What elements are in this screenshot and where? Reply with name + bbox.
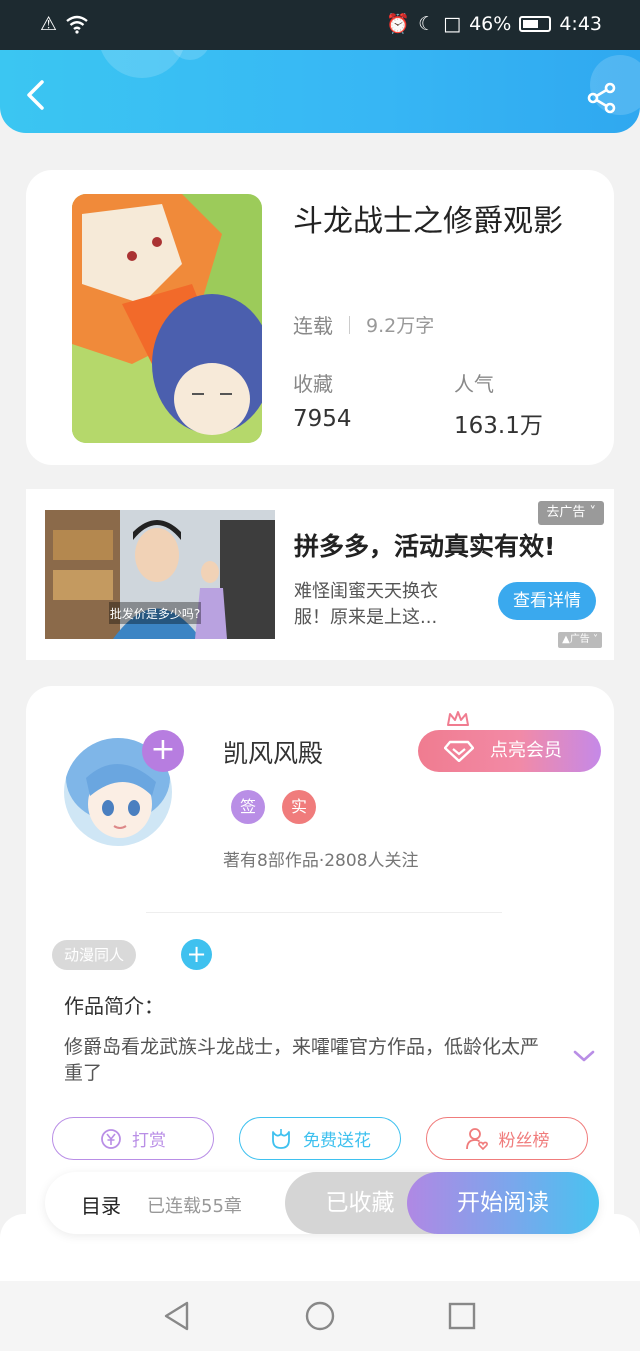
- alert-icon: ⚠: [40, 13, 58, 35]
- expand-chevron-icon[interactable]: [572, 1048, 596, 1064]
- ad-mark-label: 广告: [569, 634, 590, 645]
- book-cover-image[interactable]: [72, 194, 262, 443]
- tip-button[interactable]: 打赏: [52, 1117, 214, 1160]
- back-triangle-icon[interactable]: [160, 1299, 194, 1333]
- ad-banner[interactable]: 批发价是多少吗? 去广告 ˅ 拼多多，活动真实有效! 难怪闺蜜天天换衣服！原来是…: [26, 489, 614, 660]
- intro-heading: 作品简介：: [64, 994, 164, 1018]
- author-meta: 著有8部作品·2808人关注: [223, 851, 419, 871]
- vip-membership-button[interactable]: 点亮会员: [418, 730, 601, 772]
- divider: [146, 912, 502, 913]
- word-count: 9.2万字: [366, 315, 435, 337]
- ad-title: 拼多多，活动真实有效!: [294, 532, 556, 561]
- fan-ranking-button[interactable]: 粉丝榜: [426, 1117, 588, 1160]
- genre-tag[interactable]: 动漫同人: [52, 940, 137, 970]
- clock: 4:43: [559, 13, 602, 35]
- ad-details-button[interactable]: 查看详情: [498, 582, 596, 620]
- ad-description: 难怪闺蜜天天换衣服！原来是上这...: [294, 581, 438, 628]
- chevron-down-icon: ˅: [593, 634, 598, 645]
- popularity-label: 人气: [454, 372, 494, 396]
- back-arrow-icon[interactable]: [22, 78, 50, 112]
- top-header: [0, 50, 640, 133]
- vibrate-icon: □: [443, 13, 462, 35]
- recents-square-icon[interactable]: [445, 1299, 479, 1333]
- system-nav-bar: [0, 1281, 640, 1351]
- popularity-count: 163.1万: [454, 413, 543, 439]
- fan-ranking-label: 粉丝榜: [498, 1131, 550, 1151]
- bottom-action-bar: 目录 已连载55章 已收藏 开始阅读: [45, 1172, 599, 1234]
- ad-mark: ▲广告 ˅: [558, 632, 602, 648]
- header-bubble-decoration: [98, 50, 186, 78]
- ad-logo-icon: ▲: [562, 634, 570, 645]
- author-name[interactable]: 凯风风殿: [223, 734, 323, 770]
- send-flower-label: 免费送花: [303, 1131, 371, 1151]
- status-bar: ⚠ ⏰ ☾ □ 46% 4:43: [0, 0, 640, 50]
- table-of-contents-button[interactable]: 目录: [81, 1190, 121, 1219]
- verified-badge: 实: [282, 790, 316, 824]
- book-info-card: 斗龙战士之修爵观影 连载 9.2万字 收藏 7954 人气 163.1万: [26, 170, 614, 465]
- serial-status: 连载: [293, 314, 333, 338]
- favorites-label: 收藏: [293, 372, 333, 396]
- remove-ad-button[interactable]: 去广告 ˅: [538, 501, 604, 525]
- ad-image-caption: 批发价是多少吗?: [110, 606, 200, 621]
- diamond-icon: [444, 740, 474, 762]
- book-status-row: 连载 9.2万字: [293, 310, 434, 339]
- alarm-icon: ⏰: [386, 13, 411, 35]
- start-reading-button[interactable]: 开始阅读: [407, 1172, 599, 1234]
- battery-percent: 46%: [469, 13, 512, 35]
- add-tag-button[interactable]: +: [181, 939, 212, 970]
- share-icon[interactable]: [586, 82, 618, 114]
- send-flower-button[interactable]: 免费送花: [239, 1117, 401, 1160]
- flower-icon: [272, 1128, 290, 1149]
- divider: [349, 315, 350, 334]
- follow-author-button[interactable]: +: [142, 730, 184, 772]
- user-heart-icon: [465, 1127, 488, 1150]
- chapter-count[interactable]: 已连载55章: [147, 1192, 242, 1218]
- signed-badge: 签: [231, 790, 265, 824]
- home-circle-icon[interactable]: [303, 1299, 337, 1333]
- ad-image[interactable]: 批发价是多少吗?: [45, 510, 275, 639]
- remove-ad-label: 去广告: [546, 505, 586, 520]
- crown-icon: [447, 711, 469, 726]
- vip-membership-label: 点亮会员: [490, 740, 562, 761]
- book-title: 斗龙战士之修爵观影: [293, 204, 563, 239]
- favorites-count: 7954: [293, 406, 352, 432]
- chevron-down-icon: ˅: [589, 505, 597, 520]
- intro-text: 修爵岛看龙武族斗龙战士，来嚯嚯官方作品，低龄化太严重了: [64, 1036, 540, 1084]
- tip-label: 打赏: [132, 1131, 166, 1151]
- yuan-coin-icon: [101, 1128, 121, 1149]
- moon-icon: ☾: [418, 13, 436, 35]
- battery-icon: [519, 16, 552, 32]
- wifi-icon: [66, 15, 88, 34]
